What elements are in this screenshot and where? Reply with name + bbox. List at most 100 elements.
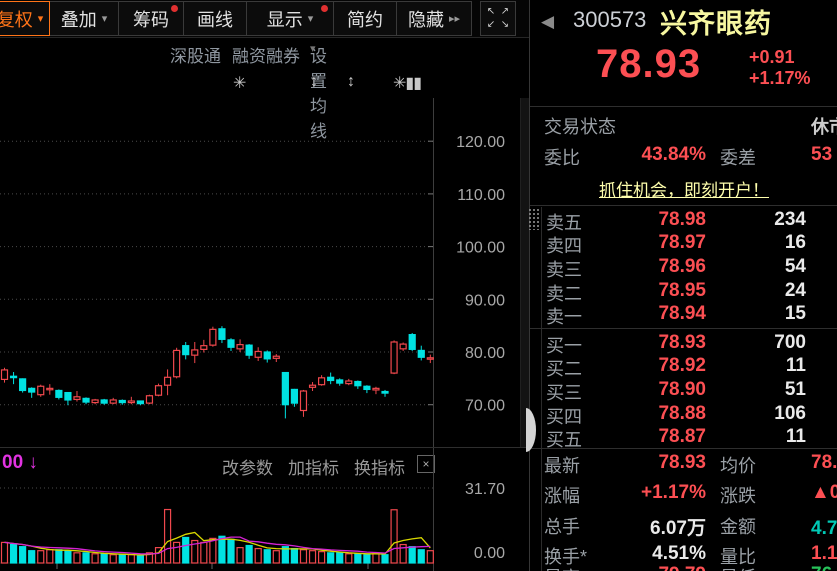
chart-scrollbar[interactable]: [520, 98, 529, 447]
high-value: 79.79: [590, 564, 706, 571]
notification-dot-icon: [321, 5, 328, 12]
simple-mode-label: 简约: [347, 6, 383, 32]
sell-level-row: 卖五 78.98 234: [530, 209, 837, 232]
buy2-label: 买二: [546, 355, 582, 381]
sell-level-row: 卖四 78.97 16: [530, 232, 837, 255]
sell3-price: 78.96: [590, 256, 706, 278]
sell2-volume: 24: [716, 280, 806, 302]
stats-row: 最新 78.93 均价 78.8: [530, 452, 837, 476]
svg-text:80.00: 80.00: [465, 345, 505, 362]
quote-panel: ◀ 300573 兴齐眼药 78.93 +0.91 +1.17% 交易状态 休市…: [529, 0, 837, 571]
draw-line-label: 画线: [197, 6, 233, 32]
price-change: +0.91 +1.17%: [749, 47, 811, 89]
sell3-label: 卖三: [546, 256, 582, 282]
chips-button[interactable]: 筹码: [118, 1, 184, 36]
pct-change-value: +1.17%: [590, 482, 706, 504]
chart-subbar: 深股通 融资融券 设置均线 ▾: [0, 42, 530, 66]
buy-level-row: 买二 78.92 11: [530, 355, 837, 378]
overlay-label: 叠加: [61, 6, 97, 32]
adjust-price-button[interactable]: 复权 ▾: [0, 1, 50, 36]
weicha-value: 53: [811, 144, 837, 166]
candlestick-chart[interactable]: 120.00 110.00 100.00 90.00 80.00 70.00: [0, 98, 530, 447]
drag-grip-icon[interactable]: [528, 208, 541, 230]
arrow-ne-icon: ↗: [501, 7, 509, 17]
svg-text:31.70: 31.70: [465, 481, 505, 498]
volume-ratio-value: 1.1: [811, 543, 837, 565]
weibi-row: 委比 43.84% 委差 53: [530, 144, 837, 168]
fullscreen-button[interactable]: ↖↗↙↘: [480, 1, 516, 36]
pct-change-label: 涨幅: [544, 482, 580, 508]
stock-name: 兴齐眼药: [660, 2, 772, 41]
weibi-label: 委比: [544, 144, 580, 170]
svg-text:110.00: 110.00: [457, 187, 505, 204]
stats-row: 涨幅 +1.17% 涨跌 ▲0.9: [530, 482, 837, 506]
hide-button[interactable]: 隐藏 ▸▸: [396, 1, 472, 36]
latest-label: 最新: [544, 452, 580, 478]
buy-level-row: 买一 78.93 700: [530, 332, 837, 355]
buy3-label: 买三: [546, 379, 582, 405]
sell-level-row: 卖二 78.95 24: [530, 280, 837, 303]
trade-status-value: 休市: [811, 113, 837, 139]
display-button[interactable]: 显示 ▾: [246, 1, 334, 36]
svg-text:90.00: 90.00: [465, 292, 505, 309]
arrow-nw-icon: ↖: [487, 7, 495, 17]
open-account-ad-link[interactable]: 抓住机会，即刻开户！: [530, 176, 837, 201]
buy2-volume: 11: [716, 355, 806, 377]
buy4-volume: 106: [716, 403, 806, 425]
buy4-price: 78.88: [590, 403, 706, 425]
buy2-price: 78.92: [590, 355, 706, 377]
shenzhen-connect-link[interactable]: 深股通: [170, 42, 221, 67]
buy3-volume: 51: [716, 379, 806, 401]
sell2-price: 78.95: [590, 280, 706, 302]
buy1-price: 78.93: [590, 332, 706, 354]
svg-text:70.00: 70.00: [465, 398, 505, 415]
change-value: +0.91: [749, 47, 811, 68]
stats-row: 最高 79.79 最低 76.8: [530, 564, 837, 571]
svg-text:0.00: 0.00: [474, 545, 505, 562]
svg-text:120.00: 120.00: [456, 134, 505, 151]
adjust-price-label: 复权: [0, 6, 33, 32]
overlay-button[interactable]: 叠加 ▾: [49, 1, 119, 36]
display-label: 显示: [267, 6, 303, 32]
trade-status-row: 交易状态 休市: [530, 113, 837, 137]
sell5-volume: 234: [716, 209, 806, 231]
stock-code: 300573: [573, 7, 646, 33]
total-volume-label: 总手: [544, 513, 580, 539]
sell5-price: 78.98: [590, 209, 706, 231]
turnover-rate-value: 4.51%: [590, 543, 706, 565]
back-chevron-icon[interactable]: ◀: [541, 12, 554, 32]
indicator-cluster-icon[interactable]: ✳▮▮: [393, 73, 421, 93]
updown-arrow-icon[interactable]: ↕: [310, 73, 317, 91]
low-value: 76.8: [811, 564, 837, 571]
hide-label: 隐藏: [408, 6, 444, 32]
sell-level-row: 卖一 78.94 15: [530, 303, 837, 326]
volume-chart[interactable]: 31.70 0.00: [0, 448, 530, 571]
updown-arrow-icon[interactable]: ↕: [347, 73, 354, 91]
stats-row: 总手 6.07万 金额 4.79亿: [530, 513, 837, 537]
turnover-amount-label: 金额: [720, 513, 756, 539]
margin-trading-link[interactable]: 融资融券: [232, 42, 300, 67]
avg-price-value: 78.8: [811, 452, 837, 474]
buy5-price: 78.87: [590, 426, 706, 448]
buy3-price: 78.90: [590, 379, 706, 401]
draw-line-button[interactable]: 画线: [183, 1, 247, 36]
trade-status-label: 交易状态: [544, 113, 616, 139]
buy-level-row: 买四 78.88 106: [530, 403, 837, 426]
sell1-price: 78.94: [590, 303, 706, 325]
divider: [530, 328, 837, 329]
sell4-price: 78.97: [590, 232, 706, 254]
buy1-volume: 700: [716, 332, 806, 354]
weibi-value: 43.84%: [590, 144, 706, 166]
change-percent: +1.17%: [749, 68, 811, 89]
arrow-se-icon: ↘: [501, 20, 509, 30]
svg-text:100.00: 100.00: [456, 240, 505, 257]
chevron-down-icon: ▾: [102, 12, 108, 25]
buy-level-row: 买三 78.90 51: [530, 379, 837, 402]
sell4-label: 卖四: [546, 232, 582, 258]
abs-change-label: 涨跌: [720, 482, 756, 508]
sell-level-row: 卖三 78.96 54: [530, 256, 837, 279]
simple-mode-button[interactable]: 简约: [333, 1, 397, 36]
chevron-down-icon: ▾: [308, 12, 314, 25]
sun-icon[interactable]: ✳: [233, 73, 245, 93]
chart-icon-row: ✳ ↕ ↕ ✳▮▮: [0, 73, 530, 97]
